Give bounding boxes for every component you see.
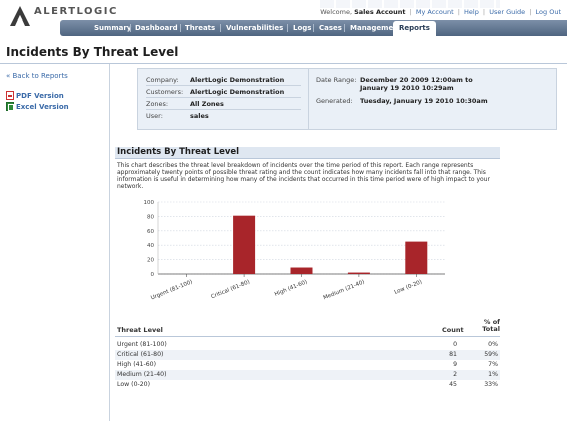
date-range-label: Date Range: [316, 76, 357, 84]
y-tick-label: 20 [147, 258, 154, 264]
account-name: Sales Account [354, 8, 406, 16]
main-nav: Summary Dashboard Threats Vulnerabilitie… [60, 20, 567, 36]
col-header-percent: % of Total [482, 318, 500, 333]
bar [233, 215, 256, 274]
table-row: High (41-60) 9 7% [115, 360, 500, 370]
nav-logs[interactable]: Logs [293, 20, 311, 36]
cell-level: Low (0-20) [117, 381, 151, 388]
col-header-threat-level: Threat Level [117, 326, 163, 334]
nav-dashboard[interactable]: Dashboard [135, 20, 178, 36]
nav-cases[interactable]: Cases [319, 20, 342, 36]
back-to-reports-link[interactable]: « Back to Reports [6, 72, 68, 80]
cell-level: High (41-60) [117, 361, 156, 368]
cell-pct: 59% [484, 351, 498, 358]
threat-level-bar-chart: 0 20 40 60 80 100 Urgent (81-100) Critical (61-… [144, 200, 445, 301]
pdf-version-link[interactable]: PDF Version [6, 90, 64, 101]
col-header-count: Count [442, 326, 464, 334]
user-guide-link[interactable]: User Guide [489, 8, 525, 16]
company-label: Company: [146, 76, 179, 84]
help-link[interactable]: Help [464, 8, 479, 16]
bar [290, 267, 313, 274]
user-label: User: [146, 112, 163, 120]
cell-count: 81 [449, 351, 457, 358]
cell-level: Critical (61-80) [117, 351, 164, 358]
user-value: sales [190, 112, 209, 120]
nav-reports[interactable]: Reports [393, 21, 436, 36]
nav-threats[interactable]: Threats [185, 20, 215, 36]
y-tick-label: 40 [147, 243, 154, 249]
welcome-prefix: Welcome, [320, 8, 353, 16]
header-decoration [320, 0, 500, 8]
y-tick-label: 100 [144, 200, 155, 206]
nav-vulnerabilities[interactable]: Vulnerabilities [226, 20, 283, 36]
cell-pct: 1% [488, 371, 498, 378]
generated-label: Generated: [316, 97, 353, 105]
zones-label: Zones: [146, 100, 169, 108]
date-range-line2: January 19 2010 10:29am [360, 84, 454, 92]
cell-level: Medium (21-40) [117, 371, 167, 378]
table-row: Critical (61-80) 81 59% [115, 350, 500, 360]
customers-value: AlertLogic Demonstration [190, 88, 285, 96]
welcome-bar: Welcome, Sales Account | My Account | He… [320, 8, 561, 16]
table-row: Medium (21-40) 2 1% [115, 370, 500, 380]
brand-name: ALERTLOGIC [34, 6, 118, 17]
pdf-icon [6, 90, 14, 100]
cell-count: 2 [453, 371, 457, 378]
y-tick-label: 60 [147, 229, 154, 235]
cell-count: 45 [449, 381, 457, 388]
section-title: Incidents By Threat Level [117, 147, 240, 157]
table-row: Low (0-20) 45 33% [115, 380, 500, 390]
bar [405, 241, 428, 274]
x-tick-label: High (41-60) [274, 279, 308, 298]
report-info-box: Company: AlertLogic Demonstration Custom… [137, 68, 557, 130]
x-tick-label: Critical (61-80) [210, 279, 251, 300]
y-tick-label: 0 [151, 272, 155, 278]
pdf-version-label: PDF Version [16, 92, 64, 100]
cell-pct: 7% [488, 361, 498, 368]
date-range-line1: December 20 2009 12:00am to [360, 76, 473, 84]
y-tick-label: 80 [147, 214, 154, 220]
cell-count: 0 [453, 341, 457, 348]
excel-version-label: Excel Version [16, 103, 69, 111]
cell-pct: 33% [484, 381, 498, 388]
log-out-link[interactable]: Log Out [536, 8, 561, 16]
x-tick-label: Medium (21-40) [323, 279, 366, 301]
zones-value: All Zones [190, 100, 224, 108]
x-tick-label: Low (0-20) [394, 279, 423, 296]
excel-icon [6, 101, 14, 111]
company-value: AlertLogic Demonstration [190, 76, 285, 84]
sidebar: « Back to Reports PDF Version Excel Vers… [0, 64, 110, 421]
nav-summary[interactable]: Summary [94, 20, 131, 36]
x-tick-label: Urgent (81-100) [150, 279, 193, 301]
bar [347, 272, 370, 274]
cell-count: 9 [453, 361, 457, 368]
my-account-link[interactable]: My Account [416, 8, 454, 16]
logo-mark-icon [10, 6, 30, 26]
section-description: This chart describes the threat level br… [117, 162, 490, 190]
page-title: Incidents By Threat Level [6, 45, 179, 59]
cell-pct: 0% [488, 341, 498, 348]
excel-version-link[interactable]: Excel Version [6, 101, 69, 112]
cell-level: Urgent (81-100) [117, 341, 167, 348]
table-row: Urgent (81-100) 0 0% [115, 340, 500, 350]
generated-value: Tuesday, January 19 2010 10:30am [360, 97, 488, 105]
customers-label: Customers: [146, 88, 184, 96]
